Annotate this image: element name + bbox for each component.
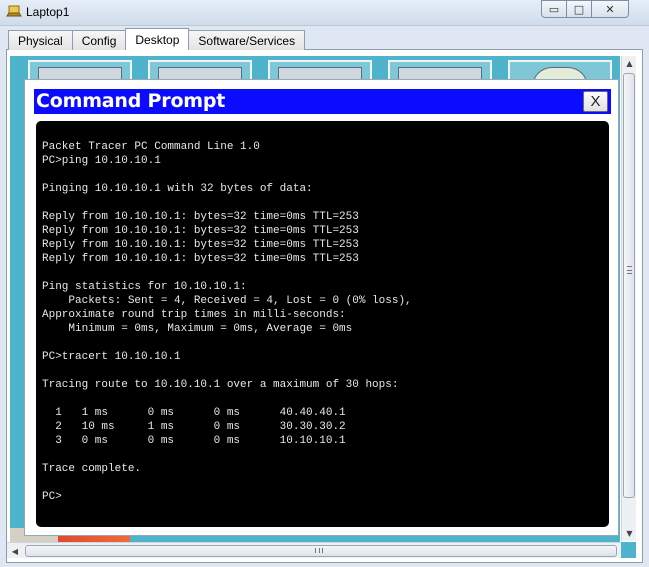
terminal-line: 1 1 ms 0 ms 0 ms 40.40.40.1 [42,407,346,419]
terminal-line: Packet Tracer PC Command Line 1.0 [42,141,260,153]
tab-desktop[interactable]: Desktop [125,28,190,50]
vertical-scroll-thumb[interactable] [623,73,635,498]
maximize-button[interactable]: □ [566,0,592,18]
scrollbar-corner [621,542,636,558]
tab-software-services[interactable]: Software/Services [188,30,306,50]
terminal-line: Reply from 10.10.10.1: bytes=32 time=0ms… [42,239,359,251]
command-prompt-header: Command Prompt X [34,89,611,114]
terminal-line: PC>tracert 10.10.10.1 [42,351,181,363]
scroll-left-arrow-icon[interactable]: ◀ [7,543,23,559]
horizontal-scroll-thumb[interactable] [25,545,617,557]
window-title: Laptop1 [26,5,70,19]
terminal-line: PC>ping 10.10.10.1 [42,155,161,167]
tab-bar: Physical Config Desktop Software/Service… [8,28,306,50]
title-bar: Laptop1 ▭ □ ✕ [0,0,649,26]
terminal-line: Tracing route to 10.10.10.1 over a maxim… [42,379,399,391]
terminal-line: PC> [42,491,62,503]
terminal-line: Minimum = 0ms, Maximum = 0ms, Average = … [42,323,353,335]
terminal-line: Ping statistics for 10.10.10.1: [42,281,247,293]
scroll-down-arrow-icon[interactable]: ▼ [622,526,637,541]
command-prompt-close-button[interactable]: X [583,91,608,112]
terminal-line: Reply from 10.10.10.1: bytes=32 time=0ms… [42,253,359,265]
terminal-line: Pinging 10.10.10.1 with 32 bytes of data… [42,183,313,195]
terminal-line: 3 0 ms 0 ms 0 ms 10.10.10.1 [42,435,346,447]
close-button[interactable]: ✕ [591,0,629,18]
command-prompt-window: Command Prompt X Packet Tracer PC Comman… [24,79,619,536]
vertical-scrollbar[interactable]: ▲ ▼ [621,56,636,541]
terminal-line: Reply from 10.10.10.1: bytes=32 time=0ms… [42,211,359,223]
minimize-button[interactable]: ▭ [541,0,567,18]
tab-config[interactable]: Config [71,30,127,50]
terminal-line: Approximate round trip times in milli-se… [42,309,346,321]
terminal-line: Trace complete. [42,463,142,475]
scroll-up-arrow-icon[interactable]: ▲ [622,56,637,71]
command-prompt-title: Command Prompt [36,90,226,112]
horizontal-scrollbar[interactable]: ◀ ▶ [7,542,636,558]
terminal-line: 2 10 ms 1 ms 0 ms 30.30.30.2 [42,421,346,433]
terminal-line: Packets: Sent = 4, Received = 4, Lost = … [42,295,412,307]
window-controls: ▭ □ ✕ [541,0,629,20]
laptop-icon [6,5,22,17]
terminal-output[interactable]: Packet Tracer PC Command Line 1.0 PC>ping… [36,121,609,527]
terminal-line: Reply from 10.10.10.1: bytes=32 time=0ms… [42,225,359,237]
tab-physical[interactable]: Physical [8,30,73,50]
